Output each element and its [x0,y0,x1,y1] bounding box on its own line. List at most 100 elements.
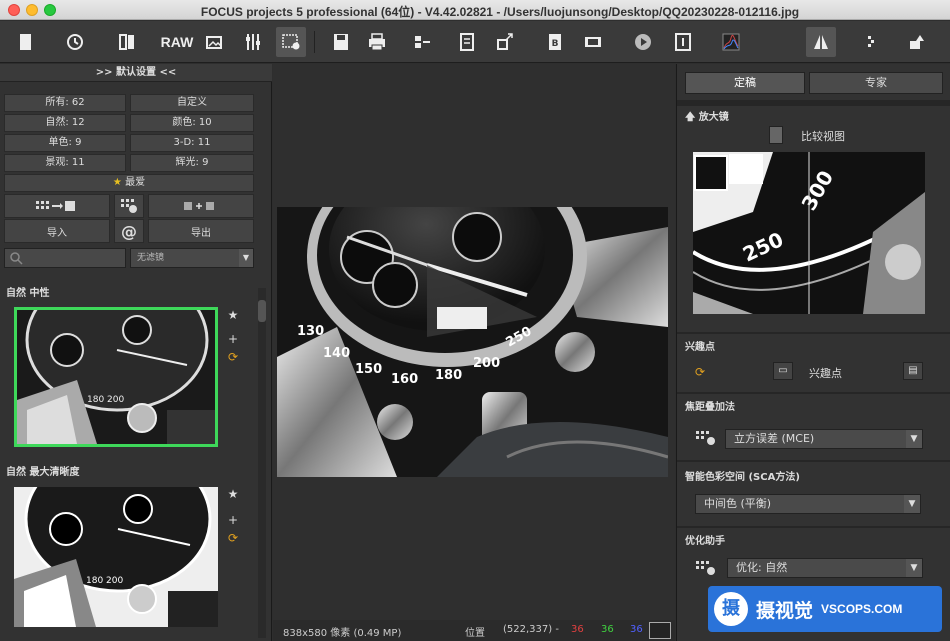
green-value: 36 [601,624,614,635]
export-icon[interactable] [902,27,932,57]
at-icon[interactable]: @ [114,219,144,243]
grid-settings-icon [695,430,717,449]
watermark-banner: 摄 摄视觉 VSCOPS.COM [708,586,942,632]
section-divider [677,460,950,462]
svg-text:200: 200 [473,356,500,371]
save-icon[interactable] [326,27,356,57]
position-label: 位置 [465,628,485,639]
info-icon[interactable] [668,27,698,57]
grid-settings-button[interactable] [114,194,144,218]
magnifier-label: 放大镜 [698,112,729,123]
chevron-down-icon: ▼ [906,430,922,448]
poi-settings-icon[interactable]: ▤ [903,362,923,380]
watermark-en-text: VSCOPS.COM [821,602,903,616]
new-doc-icon[interactable] [10,27,40,57]
grid-save-button[interactable] [4,194,110,218]
import-button[interactable]: 导入 [4,219,110,243]
zoomed-watch-image: 250 300 [693,152,925,314]
watch-image: 130140150 160 180200 250 [277,207,668,477]
sca-select[interactable]: 中间色 (平衡) ▼ [695,494,921,514]
add-preset-button[interactable] [148,194,254,218]
svg-text:B: B [552,39,559,49]
print-icon[interactable] [362,27,392,57]
tab-final[interactable]: 定稿 [685,72,805,94]
star-icon[interactable]: ★ [226,308,240,322]
svg-text:150: 150 [355,362,382,377]
image-export-icon[interactable] [200,27,230,57]
presets-panel: >> 默认设置 << 所有: 62 自定义 自然: 12 颜色: 10 单色: … [0,64,272,641]
histogram-icon[interactable] [716,27,746,57]
refresh-icon[interactable]: ⟳ [695,365,705,379]
book-icon[interactable] [112,27,142,57]
category-color[interactable]: 颜色: 10 [130,114,254,132]
sca-value: 中间色 (平衡) [704,497,772,510]
category-glow[interactable]: 辉光: 9 [130,154,254,172]
sca-section-label: 智能色彩空间 (SCA方法) [685,472,800,483]
filter-select[interactable]: 无滤镜 ▼ [130,248,254,268]
compare-icon[interactable] [806,27,836,57]
preset-thumbnail-natural-neutral[interactable]: 180 200 [14,307,218,447]
split-icon[interactable] [856,27,886,57]
scrollbar-track[interactable] [258,288,266,638]
blue-value: 36 [630,624,643,635]
watermark-logo: 摄 [714,592,748,626]
tools-icon[interactable] [238,27,268,57]
maximize-window-button[interactable] [44,4,56,16]
compare-toggle[interactable] [769,126,783,144]
grid-to-save-icon [36,201,75,211]
close-window-button[interactable] [8,4,20,16]
minimize-window-button[interactable] [26,4,38,16]
settings-grid-icon[interactable] [276,27,306,57]
chevron-down-icon: ▼ [906,559,922,577]
pdf-icon[interactable]: B [540,27,570,57]
refresh-icon[interactable]: ⟳ [226,350,240,364]
section-divider [677,392,950,394]
category-mono[interactable]: 单色: 9 [4,134,126,152]
settings-panel: 定稿 专家 🡅 放大镜 比较视图 250 300 兴趣点 ⟳ ▭ 兴趣点 ▤ 焦… [676,64,950,641]
app-window: FOCUS projects 5 professional (64位) - V4… [0,0,950,641]
optimizer-select[interactable]: 优化: 自然 ▼ [727,558,923,578]
grid-settings-icon [695,560,717,579]
poi-icon-button[interactable]: ▭ [773,362,793,380]
main-toolbar: RAW B [0,21,950,63]
favorites-button[interactable]: ★ 最爱 [4,174,254,192]
category-landscape[interactable]: 景观: 11 [4,154,126,172]
add-icon[interactable]: + [226,332,240,346]
red-value: 36 [571,624,584,635]
play-icon[interactable] [628,27,658,57]
upload-icon[interactable] [490,27,520,57]
image-dimensions: 838x580 像素 (0.49 MP) [283,628,402,639]
svg-text:180: 180 [435,368,462,383]
film-icon[interactable] [578,27,608,57]
window-title: FOCUS projects 5 professional (64位) - V4… [200,5,800,19]
scrollbar-thumb[interactable] [258,300,266,322]
magnifier-section[interactable]: 🡅 放大镜 [685,108,729,127]
main-image-preview[interactable]: 130 140 150 160 180 200 250 [277,207,668,477]
preset-thumbnail-natural-max-clarity[interactable]: 180 200 [14,487,218,627]
category-3d[interactable]: 3-D: 11 [130,134,254,152]
refresh-icon[interactable]: ⟳ [226,531,240,545]
svg-text:180 200: 180 200 [87,395,124,405]
category-custom[interactable]: 自定义 [130,94,254,112]
history-icon[interactable] [60,27,90,57]
preview-area: 130 140 150 160 180 200 250 [273,64,675,620]
preset-header[interactable]: >> 默认设置 << [0,64,272,82]
magnifier-view[interactable]: 250 300 [693,152,925,314]
svg-text:180 200: 180 200 [86,576,123,586]
import-icon[interactable] [452,27,482,57]
category-natural[interactable]: 自然: 12 [4,114,126,132]
tab-expert[interactable]: 专家 [809,72,943,94]
poi-button-label[interactable]: 兴趣点 [809,365,842,381]
stack-icon[interactable] [408,27,438,57]
star-icon[interactable]: ★ [226,487,240,501]
svg-text:160: 160 [391,372,418,387]
filter-search-input[interactable] [4,248,126,268]
svg-text:140: 140 [323,346,350,361]
add-icon[interactable]: + [226,513,240,527]
stacking-method-value: 立方误差 (MCE) [734,432,815,445]
stacking-method-select[interactable]: 立方误差 (MCE) ▼ [725,429,923,449]
export-button[interactable]: 导出 [148,219,254,243]
category-all[interactable]: 所有: 62 [4,94,126,112]
raw-icon[interactable]: RAW [160,27,194,57]
stacking-section-label: 焦距叠加法 [685,402,735,413]
